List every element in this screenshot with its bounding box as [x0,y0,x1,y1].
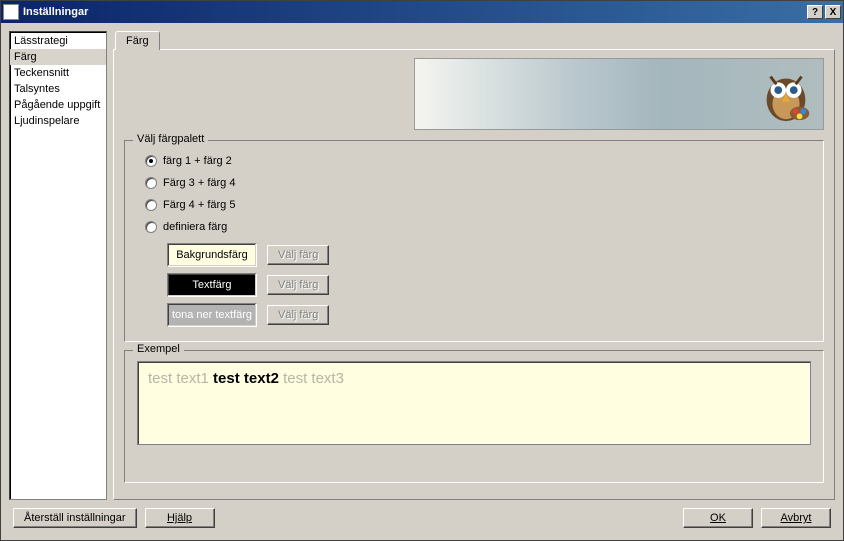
example-fieldset: Exempel test text1 test text2 test text3 [124,350,824,483]
palette-legend: Välj färgpalett [133,133,208,145]
main-panel: Färg [113,31,835,500]
radio-label: Färg 3 + färg 4 [163,177,235,189]
close-button[interactable]: X [825,5,841,19]
category-sidebar: Lässtrategi Färg Teckensnitt Talsyntes P… [9,31,107,500]
example-text-2: test text2 [213,370,279,387]
radio-icon [145,177,157,189]
ok-button[interactable]: OK [683,508,753,528]
sidebar-item-lasstrategi[interactable]: Lässtrategi [10,33,106,49]
radio-option-4[interactable]: definiera färg [145,221,811,233]
text-color-row: Textfärg Välj färg [167,273,811,297]
app-icon [3,4,19,20]
radio-option-3[interactable]: Färg 4 + färg 5 [145,199,811,211]
reset-settings-button[interactable]: Återställ inställningar [13,508,137,528]
example-text-1: test text1 [148,370,213,387]
window-title: Inställningar [23,6,805,18]
choose-bg-color-button[interactable]: Välj färg [267,245,329,265]
content-area: Lässtrategi Färg Teckensnitt Talsyntes P… [1,23,843,508]
settings-window: Inställningar ? X Lässtrategi Färg Tecke… [0,0,844,541]
radio-icon [145,221,157,233]
tab-panel: Välj färgpalett färg 1 + färg 2 Färg 3 +… [113,49,835,500]
tab-strip: Färg [113,31,835,50]
radio-label: definiera färg [163,221,227,233]
sidebar-item-ljudinspelare[interactable]: Ljudinspelare [10,113,106,129]
radio-icon [145,199,157,211]
radio-option-1[interactable]: färg 1 + färg 2 [145,155,811,167]
owl-mascot-icon [755,63,817,125]
tone-color-swatch: tona ner textfärg [167,303,257,327]
cancel-button[interactable]: Avbryt [761,508,831,528]
radio-label: Färg 4 + färg 5 [163,199,235,211]
help-button-footer[interactable]: Hjälp [145,508,215,528]
tone-color-row: tona ner textfärg Välj färg [167,303,811,327]
text-color-swatch: Textfärg [167,273,257,297]
palette-fieldset: Välj färgpalett färg 1 + färg 2 Färg 3 +… [124,140,824,342]
choose-text-color-button[interactable]: Välj färg [267,275,329,295]
radio-option-2[interactable]: Färg 3 + färg 4 [145,177,811,189]
example-legend: Exempel [133,343,184,355]
sidebar-item-teckensnitt[interactable]: Teckensnitt [10,65,106,81]
background-color-swatch: Bakgrundsfärg [167,243,257,267]
radio-icon [145,155,157,167]
dialog-footer: Återställ inställningar Hjälp OK Avbryt [1,508,843,540]
background-color-row: Bakgrundsfärg Välj färg [167,243,811,267]
sidebar-item-farg[interactable]: Färg [10,49,106,65]
tab-farg[interactable]: Färg [115,31,160,50]
header-banner [414,58,824,130]
example-text-3: test text3 [279,370,344,387]
sidebar-item-talsyntes[interactable]: Talsyntes [10,81,106,97]
sidebar-item-pagaende-uppgift[interactable]: Pågående uppgift [10,97,106,113]
choose-tone-color-button[interactable]: Välj färg [267,305,329,325]
radio-label: färg 1 + färg 2 [163,155,232,167]
help-button[interactable]: ? [807,5,823,19]
titlebar: Inställningar ? X [1,1,843,23]
example-preview: test text1 test text2 test text3 [137,361,811,445]
